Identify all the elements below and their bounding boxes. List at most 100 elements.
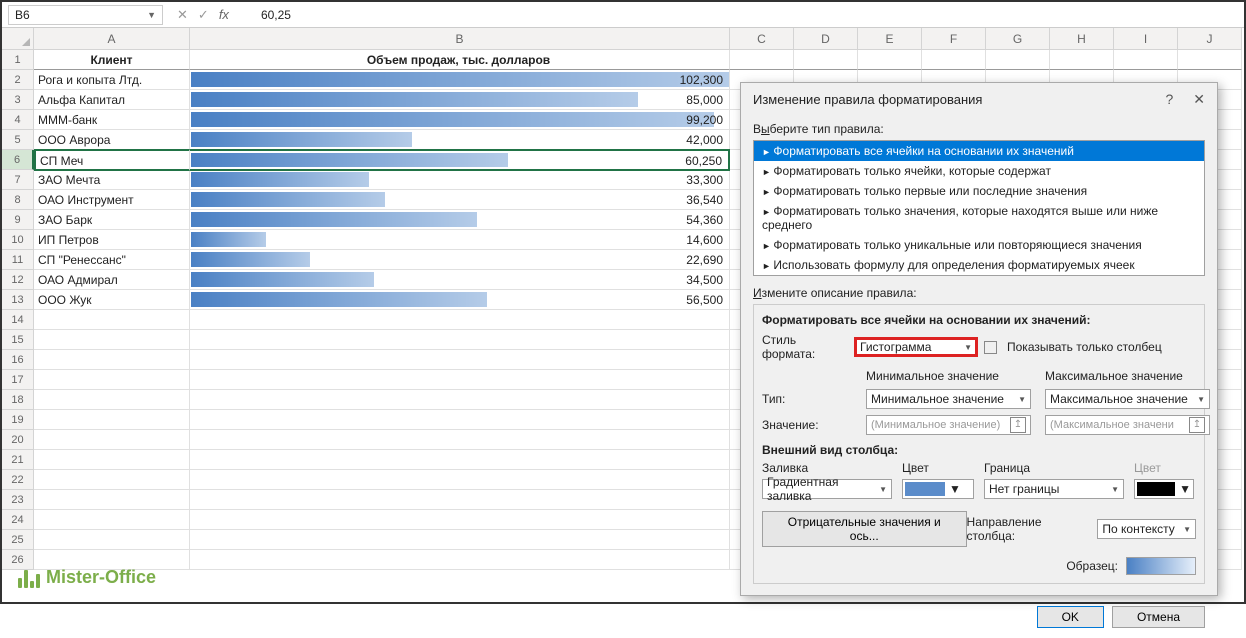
cell-B5[interactable]: 42,000 [190,130,730,150]
cell-B25[interactable] [190,530,730,550]
cell-B10[interactable]: 14,600 [190,230,730,250]
row-header-24[interactable]: 24 [2,510,34,530]
row-header-23[interactable]: 23 [2,490,34,510]
cell-A22[interactable] [34,470,190,490]
cell-B13[interactable]: 56,500 [190,290,730,310]
cell-G1[interactable] [986,50,1050,70]
column-header-C[interactable]: C [730,28,794,50]
row-header-15[interactable]: 15 [2,330,34,350]
column-header-G[interactable]: G [986,28,1050,50]
negative-values-button[interactable]: Отрицательные значения и ось... [762,511,967,547]
fill-type-combo[interactable]: Градиентная заливка▼ [762,479,892,499]
min-value-input[interactable]: (Минимальное значение)↥ [866,415,1031,435]
cell-A3[interactable]: Альфа Капитал [34,90,190,110]
cell-D1[interactable] [794,50,858,70]
cell-A1[interactable]: Клиент [34,50,190,70]
cell-H1[interactable] [1050,50,1114,70]
row-header-12[interactable]: 12 [2,270,34,290]
rule-type-item[interactable]: Использовать формулу для определения фор… [754,255,1204,275]
border-color-picker[interactable]: ▼ [1134,479,1194,499]
select-all-corner[interactable] [2,28,34,50]
cell-F1[interactable] [922,50,986,70]
format-style-combo[interactable]: Гистограмма▼ [854,337,978,357]
name-box-dropdown-icon[interactable]: ▼ [147,10,156,20]
cell-A20[interactable] [34,430,190,450]
row-header-3[interactable]: 3 [2,90,34,110]
column-header-F[interactable]: F [922,28,986,50]
row-header-22[interactable]: 22 [2,470,34,490]
cell-J1[interactable] [1178,50,1242,70]
formula-bar-value[interactable]: 60,25 [253,8,291,22]
cell-A23[interactable] [34,490,190,510]
row-header-10[interactable]: 10 [2,230,34,250]
cell-A7[interactable]: ЗАО Мечта [34,170,190,190]
rule-type-item[interactable]: Форматировать все ячейки на основании их… [754,141,1204,161]
column-header-D[interactable]: D [794,28,858,50]
cell-B20[interactable] [190,430,730,450]
cancel-icon[interactable]: ✕ [177,7,188,23]
cell-A14[interactable] [34,310,190,330]
cell-B4[interactable]: 99,200 [190,110,730,130]
cell-A12[interactable]: ОАО Адмирал [34,270,190,290]
cell-B9[interactable]: 54,360 [190,210,730,230]
cell-B26[interactable] [190,550,730,570]
row-header-6[interactable]: 6 [2,150,34,170]
cell-A25[interactable] [34,530,190,550]
cell-B11[interactable]: 22,690 [190,250,730,270]
cell-B7[interactable]: 33,300 [190,170,730,190]
rule-type-list[interactable]: Форматировать все ячейки на основании их… [753,140,1205,276]
cell-A11[interactable]: СП "Ренессанс" [34,250,190,270]
rule-type-item[interactable]: Форматировать только ячейки, которые сод… [754,161,1204,181]
cell-A16[interactable] [34,350,190,370]
fill-color-picker[interactable]: ▼ [902,479,974,499]
row-header-8[interactable]: 8 [2,190,34,210]
close-icon[interactable]: ✕ [1193,91,1205,108]
cell-C1[interactable] [730,50,794,70]
row-header-16[interactable]: 16 [2,350,34,370]
row-header-11[interactable]: 11 [2,250,34,270]
cell-A5[interactable]: ООО Аврора [34,130,190,150]
cell-A21[interactable] [34,450,190,470]
cell-A17[interactable] [34,370,190,390]
show-bar-only-checkbox[interactable] [984,341,997,354]
cell-B2[interactable]: 102,300 [190,70,730,90]
rule-type-item[interactable]: Форматировать только значения, которые н… [754,201,1204,235]
cell-B19[interactable] [190,410,730,430]
border-type-combo[interactable]: Нет границы▼ [984,479,1124,499]
column-header-B[interactable]: B [190,28,730,50]
cell-B18[interactable] [190,390,730,410]
cell-B24[interactable] [190,510,730,530]
cell-A6[interactable]: СП Меч [34,149,190,171]
cell-B14[interactable] [190,310,730,330]
name-box[interactable]: B6 ▼ [8,5,163,25]
cell-A4[interactable]: МММ-банк [34,110,190,130]
cell-B22[interactable] [190,470,730,490]
max-value-input[interactable]: (Максимальное значени↥ [1045,415,1210,435]
row-header-21[interactable]: 21 [2,450,34,470]
rule-type-item[interactable]: Форматировать только уникальные или повт… [754,235,1204,255]
cell-A18[interactable] [34,390,190,410]
cell-A10[interactable]: ИП Петров [34,230,190,250]
cell-A15[interactable] [34,330,190,350]
row-header-2[interactable]: 2 [2,70,34,90]
cell-B17[interactable] [190,370,730,390]
row-header-25[interactable]: 25 [2,530,34,550]
cancel-button[interactable]: Отмена [1112,606,1205,628]
column-header-H[interactable]: H [1050,28,1114,50]
column-header-A[interactable]: A [34,28,190,50]
row-header-14[interactable]: 14 [2,310,34,330]
cell-B15[interactable] [190,330,730,350]
max-type-combo[interactable]: Максимальное значение▼ [1045,389,1210,409]
row-header-7[interactable]: 7 [2,170,34,190]
enter-icon[interactable]: ✓ [198,7,209,23]
row-header-18[interactable]: 18 [2,390,34,410]
row-header-17[interactable]: 17 [2,370,34,390]
help-icon[interactable]: ? [1165,91,1173,108]
row-header-20[interactable]: 20 [2,430,34,450]
cell-B16[interactable] [190,350,730,370]
cell-A19[interactable] [34,410,190,430]
fx-icon[interactable]: fx [219,7,239,23]
column-header-I[interactable]: I [1114,28,1178,50]
cell-E1[interactable] [858,50,922,70]
cell-A2[interactable]: Рога и копыта Лтд. [34,70,190,90]
